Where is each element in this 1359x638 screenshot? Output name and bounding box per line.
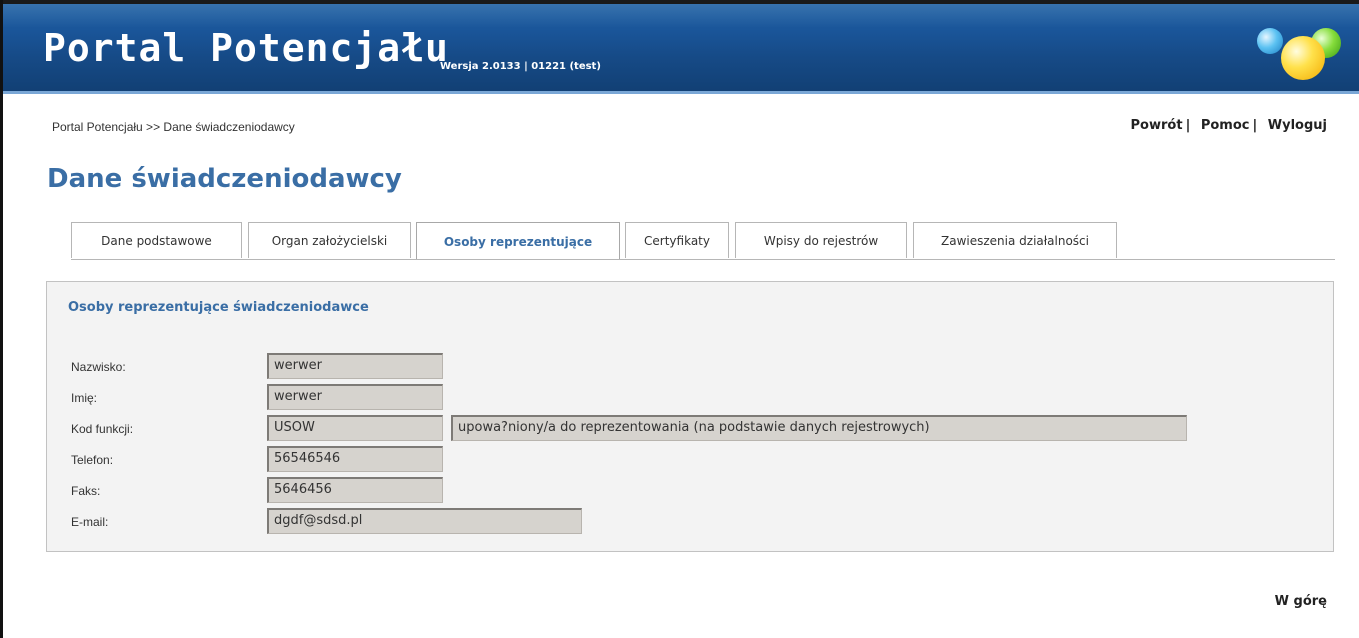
blue-ball-icon — [1257, 28, 1283, 54]
window-left-border — [0, 0, 3, 638]
app-title: Portal Potencjału — [43, 26, 449, 70]
telefon-field[interactable]: 56546546 — [267, 446, 443, 472]
app-version: Wersja 2.0133 | 01221 (test) — [440, 61, 601, 72]
link-separator: | — [1185, 118, 1191, 133]
tab-dane-podstawowe[interactable]: Dane podstawowe — [71, 222, 242, 258]
header-gloss — [3, 4, 1359, 28]
kod-funkcji-field[interactable]: USOW — [267, 415, 443, 441]
faks-label: Faks: — [71, 484, 101, 498]
tab-zawieszenia-dzialalnosci[interactable]: Zawieszenia działalności — [913, 222, 1117, 258]
page-title: Dane świadczeniodawcy — [47, 164, 402, 194]
app-header: Portal Potencjału Wersja 2.0133 | 01221 … — [3, 4, 1359, 94]
nazwisko-label: Nazwisko: — [71, 360, 126, 374]
yellow-ball-icon — [1281, 36, 1325, 80]
faks-field[interactable]: 5646456 — [267, 477, 443, 503]
kod-funkcji-description-field[interactable]: upowa?niony/a do reprezentowania (na pod… — [451, 415, 1187, 441]
representatives-panel: Osoby reprezentujące świadczeniodawce Na… — [46, 281, 1334, 552]
link-separator: | — [1252, 118, 1258, 133]
tab-organ-zalozycielski[interactable]: Organ założycielski — [248, 222, 411, 258]
tab-osoby-reprezentujace[interactable]: Osoby reprezentujące — [416, 222, 620, 260]
top-links: Powrót | Pomoc | Wyloguj — [1131, 118, 1327, 133]
back-to-top-link[interactable]: W górę — [1275, 594, 1327, 609]
back-link[interactable]: Powrót — [1131, 118, 1183, 133]
imie-label: Imię: — [71, 391, 98, 405]
colored-balls-logo — [1251, 18, 1351, 88]
breadcrumb: Portal Potencjału >> Dane świadczeniodaw… — [52, 120, 295, 134]
tab-certyfikaty[interactable]: Certyfikaty — [625, 222, 729, 258]
nazwisko-field[interactable]: werwer — [267, 353, 443, 379]
kod-funkcji-label: Kod funkcji: — [71, 422, 134, 436]
logout-link[interactable]: Wyloguj — [1268, 118, 1327, 133]
imie-field[interactable]: werwer — [267, 384, 443, 410]
tab-wpisy-do-rejestrow[interactable]: Wpisy do rejestrów — [735, 222, 907, 258]
help-link[interactable]: Pomoc — [1201, 118, 1250, 133]
tabs-divider — [71, 259, 1335, 260]
telefon-label: Telefon: — [71, 453, 114, 467]
email-field[interactable]: dgdf@sdsd.pl — [267, 508, 582, 534]
email-label: E-mail: — [71, 515, 109, 529]
panel-title: Osoby reprezentujące świadczeniodawce — [68, 300, 369, 315]
